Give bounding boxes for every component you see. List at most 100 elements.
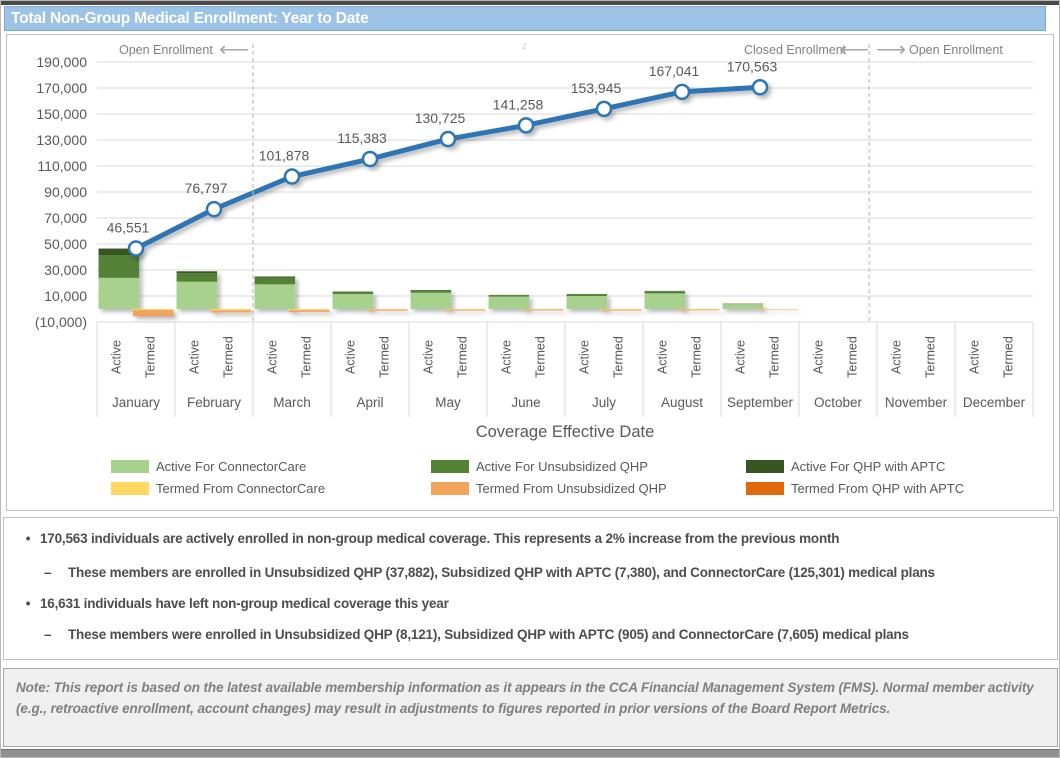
active-termed-axis-label: Active [265,340,279,374]
termed-bar-segment [289,309,330,310]
bullet-text: 170,563 individuals are actively enrolle… [40,531,839,546]
active-bar-segment [255,277,296,278]
active-bar-segment [567,296,608,309]
line-marker [129,241,143,255]
active-bar-segment [333,294,374,309]
stray-character: z [522,41,527,52]
termed-bar-segment [679,310,720,311]
data-label: 115,383 [337,130,387,146]
month-label: April [356,395,383,410]
bullet-item: •170,563 individuals are actively enroll… [4,531,1060,546]
legend-label: Active For Unsubsidized QHP [476,459,648,474]
data-label: 46,551 [107,219,150,235]
active-termed-axis-label: Termed [924,336,938,378]
y-tick-label: 110,000 [7,158,87,174]
termed-bar-segment [211,310,252,312]
active-termed-axis-label: Active [499,340,513,374]
termed-bar-segment [445,309,486,310]
month-label: January [112,395,160,410]
active-bar-segment [177,273,218,281]
open-enrollment-left-label: Open Enrollment [119,43,213,57]
legend-item: Active For ConnectorCare [111,459,431,474]
month-label: December [963,395,1026,410]
line-marker [597,102,611,116]
legend-label: Active For ConnectorCare [156,459,306,474]
active-termed-axis-label: Active [187,340,201,374]
active-termed-axis-label: Active [577,340,591,374]
data-label: 76,797 [185,180,228,196]
y-tick-label: (10,000) [7,314,87,330]
legend-label: Termed From Unsubsidized QHP [476,481,667,496]
active-termed-axis-label: Termed [378,336,392,378]
termed-bar-segment [601,309,642,310]
note-panel: Note: This report is based on the latest… [3,668,1058,747]
active-termed-axis-label: Termed [846,336,860,378]
window-bottom-edge [1,749,1060,758]
month-label: July [592,395,616,410]
active-bar-segment [411,290,452,292]
bullet-text: 16,631 individuals have left non-group m… [40,596,449,611]
active-termed-axis-label: Termed [300,336,314,378]
active-termed-axis-label: Active [421,340,435,374]
active-bar-segment [99,278,140,309]
active-bar-segment [255,278,296,285]
legend-item: Termed From Unsubsidized QHP [431,481,746,496]
active-termed-axis-label: Termed [222,336,236,378]
active-bar-segment [177,282,218,309]
y-tick-label: 90,000 [7,184,87,200]
y-tick-label: 70,000 [7,210,87,226]
y-tick-label: 50,000 [7,236,87,252]
left-arrow-icon: ⟵ [839,43,869,57]
active-bar-segment [99,255,140,278]
legend-label: Termed From ConnectorCare [156,481,325,496]
y-tick-label: 130,000 [7,132,87,148]
bars-layer [99,249,798,317]
y-tick-label: 150,000 [7,106,87,122]
legend-item: Termed From ConnectorCare [111,481,431,496]
termed-bar-segment [367,309,408,310]
legend-item: Active For Unsubsidized QHP [431,459,746,474]
legend-swatch [431,482,469,495]
note-text: Note: This report is based on the latest… [16,678,1045,720]
bullet-marker: • [16,596,40,611]
legend-swatch [746,482,784,495]
termed-bar-segment [367,310,408,311]
bullet-text: These members were enrolled in Unsubsidi… [68,627,909,642]
termed-bar-segment [289,310,330,312]
termed-bar-segment [523,309,564,310]
open-enrollment-right-label: Open Enrollment [909,43,1003,57]
active-termed-axis-label: Active [811,340,825,374]
legend-label: Active For QHP with APTC [791,459,945,474]
active-bar-segment [723,304,764,305]
enrollment-chart-panel: ActiveTermedJanuaryActiveTermedFebruaryA… [6,34,1054,511]
active-bar-segment [567,294,608,296]
data-label: 101,878 [259,148,310,164]
legend-item: Active For QHP with APTC [746,459,1041,474]
termed-bar-segment [133,309,174,310]
legend-label: Termed From QHP with APTC [791,481,964,496]
line-marker [441,132,455,146]
active-termed-axis-label: Termed [1002,336,1016,378]
active-bar-segment [177,271,218,273]
termed-bar-segment [679,309,720,310]
month-label: May [435,395,461,410]
page-title: Total Non-Group Medical Enrollment: Year… [5,10,369,28]
active-termed-axis-label: Termed [690,336,704,378]
right-arrow-icon: ⟶ [876,43,906,57]
line-marker [285,170,299,184]
line-marker [519,118,533,132]
bullet-marker: – [44,627,68,642]
legend-swatch [111,482,149,495]
active-bar-segment [411,293,452,309]
legend-swatch [746,460,784,473]
legend-item: Termed From QHP with APTC [746,481,1041,496]
closed-enrollment-label: Closed Enrollment [744,43,846,57]
active-termed-axis-label: Active [655,340,669,374]
month-label: March [273,395,311,410]
termed-bar-segment [445,310,486,311]
summary-bullets-panel: • 170,563 individuals are actively enroll… [3,517,1058,660]
active-bar-segment [333,292,374,294]
month-label: November [885,395,948,410]
bullet-marker: – [44,565,68,580]
line-marker [675,85,689,99]
